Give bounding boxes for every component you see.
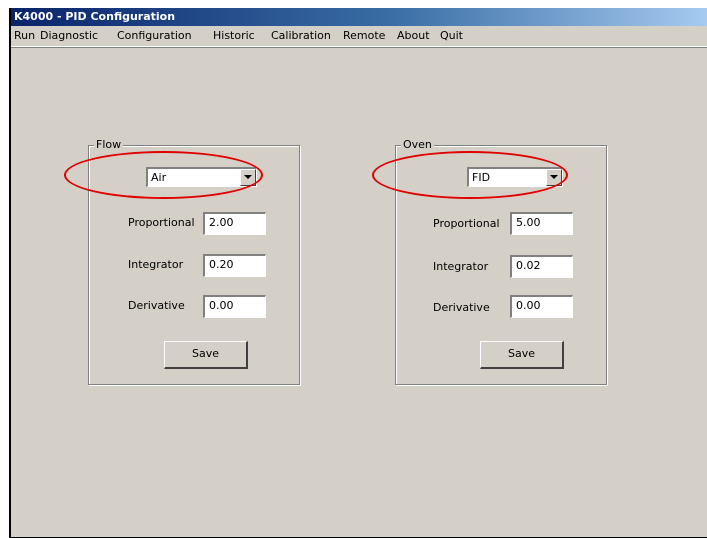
app-window: K4000 - PID Configuration Run Diagnostic… xyxy=(9,8,707,538)
menu-bar: Run Diagnostic Configuration Historic Ca… xyxy=(11,26,707,47)
oven-integrator-input[interactable]: 0.02 xyxy=(510,255,573,278)
menu-quit[interactable]: Quit xyxy=(440,29,463,43)
menu-remote[interactable]: Remote xyxy=(343,29,385,43)
flow-derivative-input[interactable]: 0.00 xyxy=(203,295,266,318)
flow-gas-selected: Air xyxy=(151,171,167,184)
oven-proportional-label: Proportional xyxy=(433,217,500,230)
menu-run[interactable]: Run xyxy=(14,29,35,43)
oven-proportional-input[interactable]: 5.00 xyxy=(510,212,573,235)
oven-legend: Oven xyxy=(401,138,434,152)
chevron-down-icon xyxy=(244,175,252,179)
menu-diagnostic[interactable]: Diagnostic xyxy=(40,29,98,43)
oven-derivative-input[interactable]: 0.00 xyxy=(510,295,573,318)
oven-integrator-label: Integrator xyxy=(433,260,489,273)
flow-dropdown-button[interactable] xyxy=(240,169,256,186)
oven-dropdown-button[interactable] xyxy=(546,169,562,186)
flow-group: Flow Air Proportional 2.00 Integrator 0.… xyxy=(88,138,300,385)
flow-integrator-label: Integrator xyxy=(128,258,184,271)
flow-integrator-input[interactable]: 0.20 xyxy=(203,254,266,277)
title-bar: K4000 - PID Configuration xyxy=(11,8,707,26)
flow-gas-select[interactable]: Air xyxy=(146,167,257,187)
menu-about[interactable]: About xyxy=(397,29,430,43)
flow-proportional-label: Proportional xyxy=(128,216,195,229)
flow-save-button[interactable]: Save xyxy=(164,341,248,369)
menu-configuration[interactable]: Configuration xyxy=(117,29,192,43)
oven-detector-select[interactable]: FID xyxy=(467,167,563,187)
menu-calibration[interactable]: Calibration xyxy=(271,29,331,43)
oven-detector-selected: FID xyxy=(472,171,491,184)
menu-historic[interactable]: Historic xyxy=(213,29,255,43)
flow-derivative-label: Derivative xyxy=(128,299,185,312)
chevron-down-icon xyxy=(550,175,558,179)
oven-derivative-label: Derivative xyxy=(433,301,490,314)
window-title: K4000 - PID Configuration xyxy=(14,10,176,23)
flow-proportional-input[interactable]: 2.00 xyxy=(203,212,266,235)
oven-save-button[interactable]: Save xyxy=(480,341,564,369)
oven-group: Oven FID Proportional 5.00 Integrator 0.… xyxy=(395,138,607,385)
flow-legend: Flow xyxy=(94,138,124,152)
